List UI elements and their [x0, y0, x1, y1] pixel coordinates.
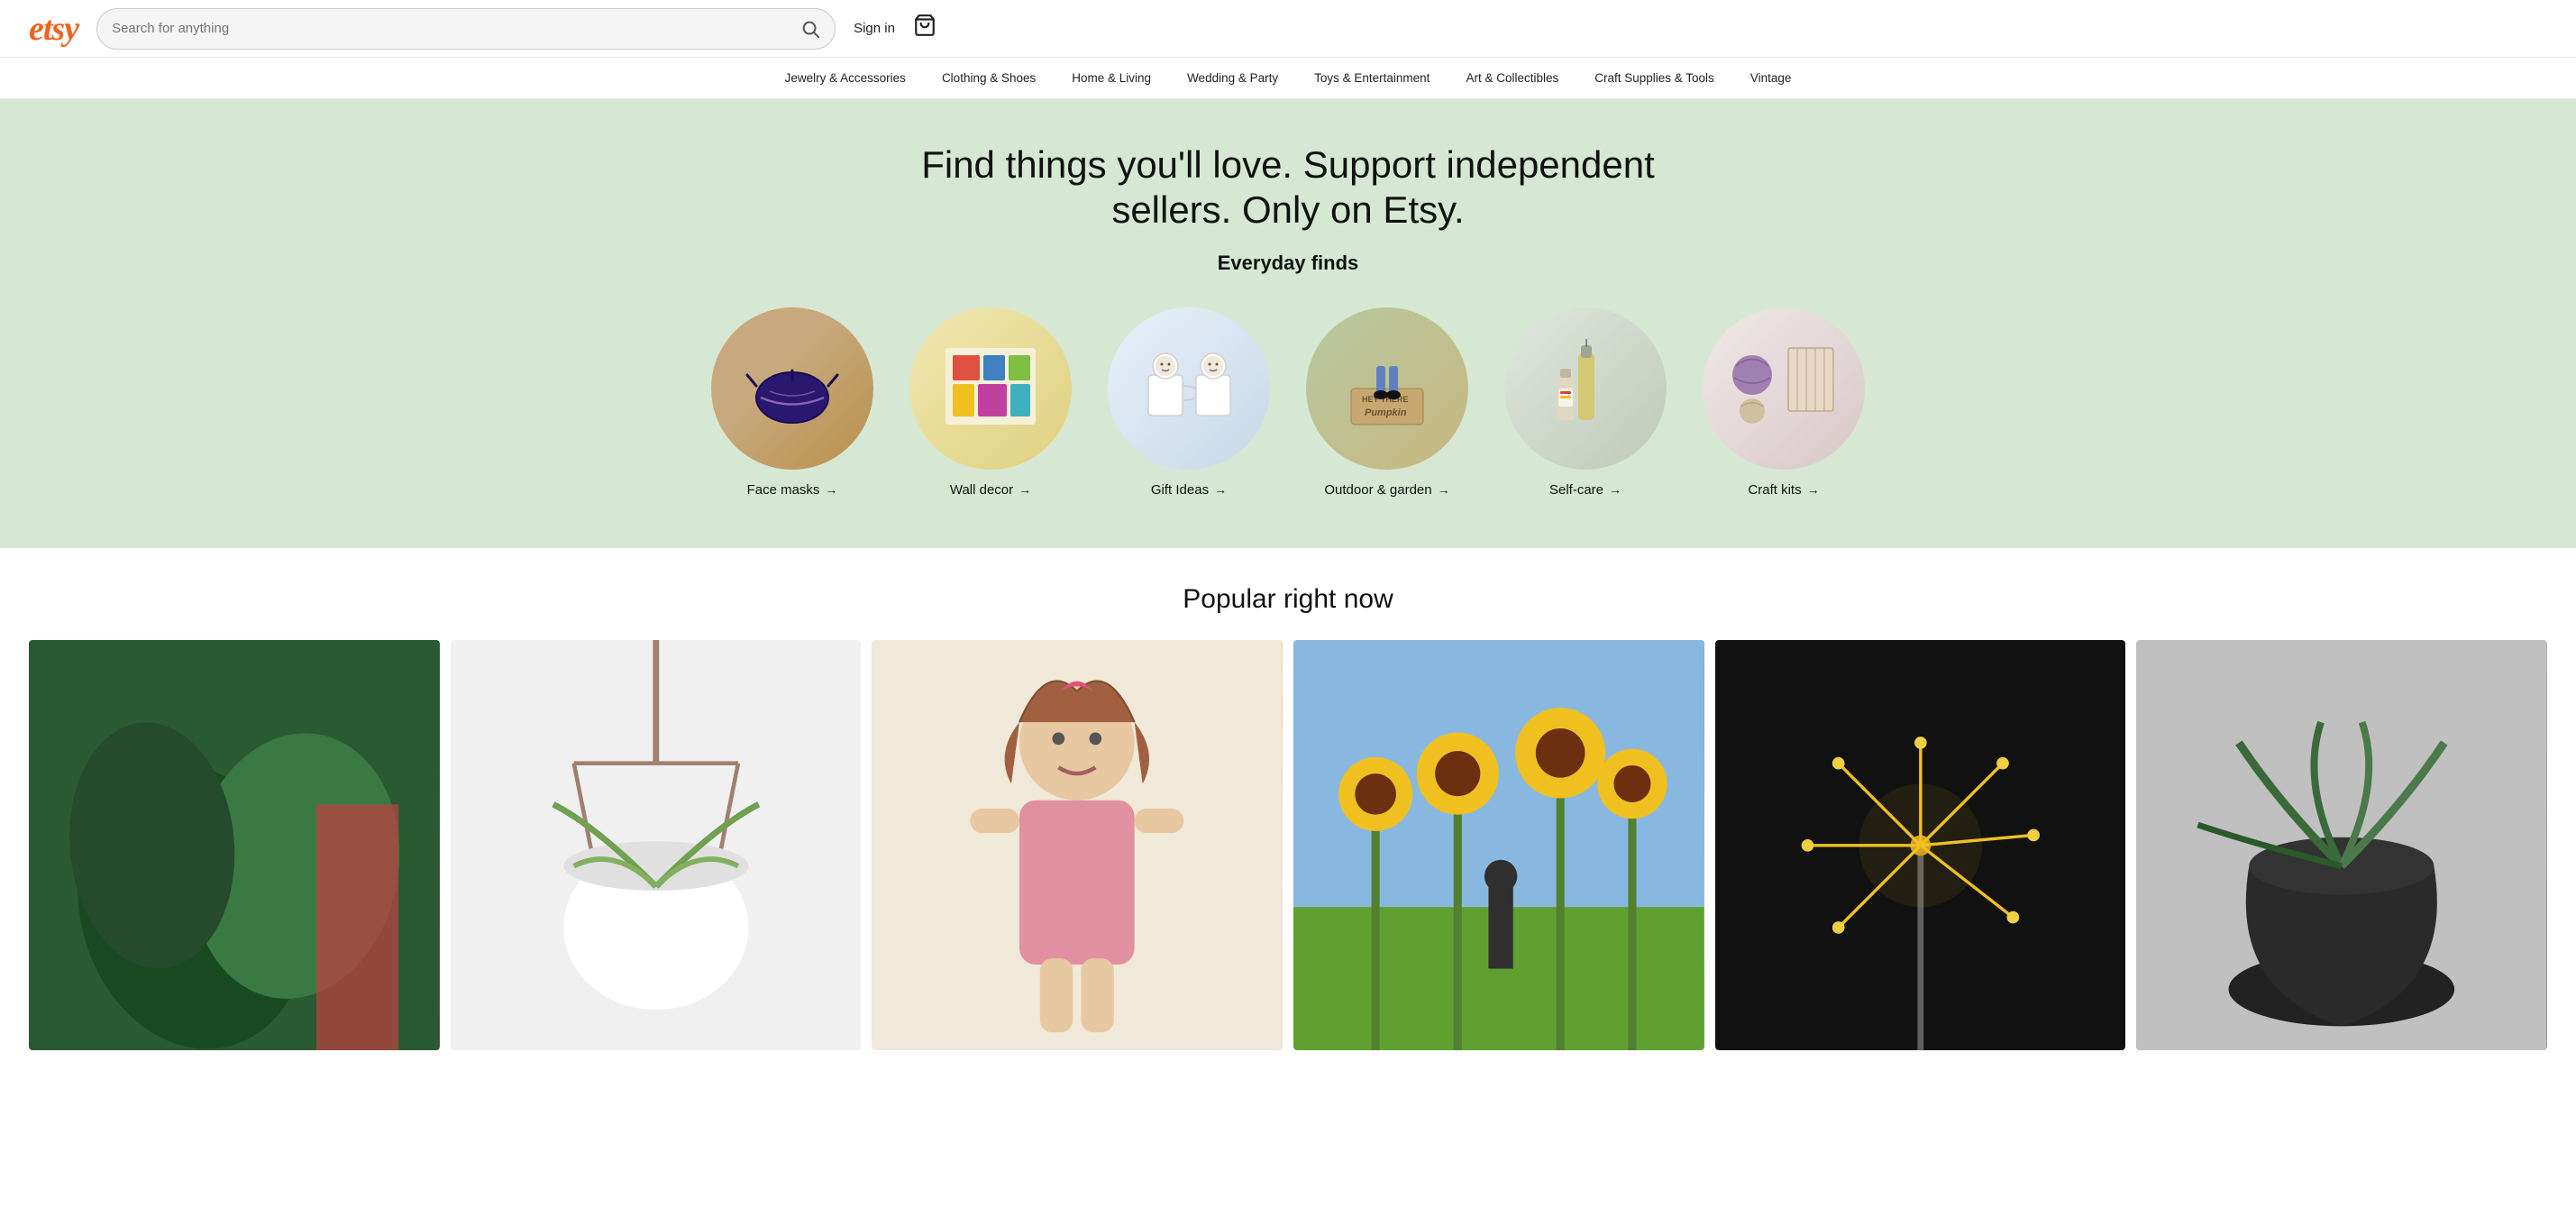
- craft-kits-image: [1703, 307, 1865, 470]
- product-card-3[interactable]: [872, 640, 1283, 1051]
- product-card-6[interactable]: [2136, 640, 2547, 1051]
- face-masks-image: [711, 307, 873, 470]
- cart-button[interactable]: [913, 14, 936, 43]
- everyday-item-gift-ideas[interactable]: Gift Ideas →: [1108, 307, 1270, 498]
- everyday-item-self-care[interactable]: Self-care →: [1504, 307, 1667, 498]
- header-actions: Sign in: [854, 14, 936, 43]
- arrow-icon: →: [1807, 482, 1820, 497]
- hero-title: Find things you'll love. Support indepen…: [882, 142, 1694, 233]
- craft-kits-label: Craft kits →: [1748, 482, 1819, 498]
- product-image-3: [872, 640, 1283, 1051]
- cart-icon: [913, 14, 936, 37]
- nav-item-wedding[interactable]: Wedding & Party: [1187, 71, 1278, 85]
- sign-in-button[interactable]: Sign in: [854, 21, 895, 36]
- arrow-icon: →: [1609, 482, 1621, 497]
- product-card-4[interactable]: [1293, 640, 1704, 1051]
- face-masks-label: Face masks →: [747, 482, 838, 498]
- arrow-icon: →: [825, 482, 837, 497]
- product-image-6: [2136, 640, 2547, 1051]
- nav-item-toys[interactable]: Toys & Entertainment: [1314, 71, 1430, 85]
- wall-decor-graphic: [936, 339, 1045, 438]
- everyday-item-face-masks[interactable]: Face masks →: [711, 307, 873, 498]
- product-card-2[interactable]: [451, 640, 862, 1051]
- self-care-label: Self-care →: [1549, 482, 1621, 498]
- gift-ideas-graphic: [1135, 339, 1243, 438]
- outdoor-label: Outdoor & garden →: [1324, 482, 1449, 498]
- product-image-1: [29, 640, 440, 1051]
- nav-item-art[interactable]: Art & Collectibles: [1466, 71, 1558, 85]
- popular-section: Popular right now: [0, 548, 2576, 1051]
- search-bar: [96, 8, 836, 50]
- everyday-item-outdoor[interactable]: HEY THERE Pumpkin Outdoor & garden →: [1306, 307, 1468, 498]
- self-care-graphic: [1531, 334, 1640, 443]
- header: etsy Sign in: [0, 0, 2576, 58]
- product-image-5: [1715, 640, 2126, 1051]
- arrow-icon: →: [1214, 482, 1227, 497]
- nav-item-home[interactable]: Home & Living: [1072, 71, 1151, 85]
- craft-kits-graphic: [1725, 334, 1842, 443]
- everyday-item-wall-decor[interactable]: Wall decor →: [909, 307, 1072, 498]
- product-card-5[interactable]: [1715, 640, 2126, 1051]
- etsy-logo[interactable]: etsy: [29, 9, 78, 49]
- search-icon: [800, 19, 820, 39]
- gift-ideas-image: [1108, 307, 1270, 470]
- nav-item-clothing[interactable]: Clothing & Shoes: [942, 71, 1036, 85]
- outdoor-image: HEY THERE Pumpkin: [1306, 307, 1468, 470]
- popular-grid: [29, 640, 2547, 1051]
- hero-section: Find things you'll love. Support indepen…: [0, 99, 2576, 548]
- outdoor-graphic: HEY THERE Pumpkin: [1333, 339, 1441, 438]
- product-image-2: [451, 640, 862, 1051]
- product-image-4: [1293, 640, 1704, 1051]
- nav-item-vintage[interactable]: Vintage: [1750, 71, 1792, 85]
- self-care-image: [1504, 307, 1667, 470]
- product-card-1[interactable]: [29, 640, 440, 1051]
- nav-item-jewelry[interactable]: Jewelry & Accessories: [785, 71, 906, 85]
- everyday-item-craft-kits[interactable]: Craft kits →: [1703, 307, 1865, 498]
- svg-text:Pumpkin: Pumpkin: [1365, 407, 1407, 418]
- arrow-icon: →: [1438, 482, 1450, 497]
- hero-subtitle: Everyday finds: [29, 252, 2547, 275]
- search-button[interactable]: [800, 19, 820, 39]
- wall-decor-image: [909, 307, 1072, 470]
- search-input[interactable]: [112, 21, 800, 36]
- wall-decor-label: Wall decor →: [950, 482, 1031, 498]
- main-nav: Jewelry & Accessories Clothing & Shoes H…: [0, 58, 2576, 99]
- arrow-icon: →: [1019, 482, 1031, 497]
- popular-title: Popular right now: [29, 584, 2547, 615]
- gift-ideas-label: Gift Ideas →: [1151, 482, 1227, 498]
- face-mask-graphic: [743, 348, 842, 429]
- everyday-finds-grid: Face masks →: [29, 307, 2547, 512]
- nav-item-craft[interactable]: Craft Supplies & Tools: [1594, 71, 1714, 85]
